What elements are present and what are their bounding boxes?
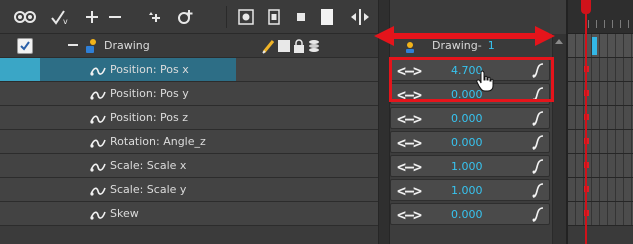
function-label: Scale: Scale x (110, 159, 187, 172)
function-label: Skew (110, 207, 139, 220)
frame-row-drawing[interactable] (568, 34, 633, 58)
resize-annotation-arrow (374, 26, 555, 46)
function-row-scale-x[interactable]: Scale: Scale x (0, 154, 378, 178)
collapse-icon[interactable] (68, 44, 78, 46)
frame-rows[interactable] (568, 34, 633, 244)
frame-ruler[interactable] (568, 0, 633, 34)
value-field[interactable]: <—> 0.000 (390, 107, 550, 129)
function-editor-icon[interactable] (532, 111, 544, 126)
value-row-scale-x[interactable]: <—> 1.000 (390, 154, 550, 178)
function-label: Scale: Scale y (110, 183, 187, 196)
timeline-split-icon[interactable] (350, 7, 370, 27)
layer-row-drawing[interactable]: Drawing (0, 34, 378, 58)
function-row-skew[interactable]: Skew (0, 202, 378, 226)
value-row-pos-z[interactable]: <—> 0.000 (390, 106, 550, 130)
frame-row[interactable] (568, 130, 633, 154)
function-curve-icon (90, 183, 106, 196)
frame-row[interactable] (568, 154, 633, 178)
add-layer-icon[interactable] (84, 7, 100, 27)
value-text[interactable]: 1.000 (451, 180, 483, 202)
exposure-marker (592, 37, 597, 55)
layer-name: Drawing (104, 39, 150, 52)
highlight-box (389, 57, 554, 102)
value-row-scale-y[interactable]: <—> 1.000 (390, 178, 550, 202)
frame-row[interactable] (568, 202, 633, 226)
drag-arrows-icon[interactable]: <—> (397, 158, 422, 176)
value-text[interactable]: 0.000 (451, 108, 483, 130)
function-curve-icon (90, 63, 106, 76)
function-curve-icon (90, 207, 106, 220)
function-label: Position: Pos z (110, 111, 189, 124)
frame-row[interactable] (568, 58, 633, 82)
vertical-scrollbar[interactable] (552, 34, 566, 244)
layer-toolbar: v (0, 0, 378, 34)
value-row-skew[interactable]: <—> 0.000 (390, 202, 550, 226)
layer-enable-checkbox[interactable] (17, 38, 33, 54)
stack-icon[interactable] (308, 38, 320, 54)
timeline-panel: v Drawing Position: Pos x Position: Pos … (0, 0, 633, 244)
toggle-layer-icon[interactable] (268, 7, 280, 27)
value-field[interactable]: <—> 0.000 (390, 131, 550, 153)
toolbar-separator (226, 6, 227, 28)
remove-layer-icon[interactable] (106, 7, 124, 27)
drawing-layer-icon (84, 38, 98, 54)
function-editor-icon[interactable] (532, 183, 544, 198)
layer-list: Drawing Position: Pos x Position: Pos y (0, 34, 378, 244)
small-square-icon[interactable] (296, 7, 306, 27)
value-text[interactable]: 0.000 (451, 132, 483, 154)
add-drawing-icon[interactable]: v (50, 7, 72, 27)
function-row-scale-y[interactable]: Scale: Scale y (0, 178, 378, 202)
function-row-pos-x[interactable]: Position: Pos x (0, 58, 378, 82)
ruler-ticks (588, 20, 633, 28)
drag-arrows-icon[interactable]: <—> (397, 206, 422, 224)
function-editor-icon[interactable] (532, 159, 544, 174)
frame-row[interactable] (568, 106, 633, 130)
function-row-pos-y[interactable]: Position: Pos y (0, 82, 378, 106)
color-swatch-icon[interactable] (278, 38, 290, 54)
function-editor-icon[interactable] (532, 207, 544, 222)
playhead-handle[interactable] (581, 0, 591, 14)
value-field[interactable]: <—> 1.000 (390, 179, 550, 201)
svg-text:v: v (63, 17, 68, 25)
show-all-icon[interactable] (238, 7, 254, 27)
add-peg-icon[interactable] (146, 7, 162, 27)
frame-row[interactable] (568, 82, 633, 106)
value-field[interactable]: <—> 0.000 (390, 203, 550, 225)
hand-cursor-icon (476, 70, 494, 92)
function-label: Rotation: Angle_z (110, 135, 206, 148)
drag-arrows-icon[interactable]: <—> (397, 110, 422, 128)
function-curve-icon (90, 135, 106, 148)
function-label: Position: Pos x (110, 63, 189, 76)
value-field[interactable]: <—> 1.000 (390, 155, 550, 177)
function-editor-icon[interactable] (532, 135, 544, 150)
function-row-pos-z[interactable]: Position: Pos z (0, 106, 378, 130)
function-curve-icon (90, 111, 106, 124)
value-row-angle-z[interactable]: <—> 0.000 (390, 130, 550, 154)
display-icon[interactable] (320, 7, 334, 27)
pencil-icon[interactable] (262, 38, 276, 54)
timeline-frames[interactable] (566, 0, 633, 244)
function-row-angle-z[interactable]: Rotation: Angle_z (0, 130, 378, 154)
frame-row[interactable] (568, 178, 633, 202)
value-text[interactable]: 1.000 (451, 156, 483, 178)
onion-skin-icon[interactable] (14, 7, 36, 27)
drag-arrows-icon[interactable]: <—> (397, 134, 422, 152)
row-selection-lead (0, 58, 40, 81)
function-curve-icon (90, 159, 106, 172)
playhead-line (585, 14, 587, 244)
function-label: Position: Pos y (110, 87, 189, 100)
drag-arrows-icon[interactable]: <—> (397, 182, 422, 200)
value-text[interactable]: 0.000 (451, 204, 483, 226)
lock-icon[interactable] (294, 38, 304, 54)
function-curve-icon (90, 87, 106, 100)
layer-properties-icon[interactable] (176, 7, 194, 27)
